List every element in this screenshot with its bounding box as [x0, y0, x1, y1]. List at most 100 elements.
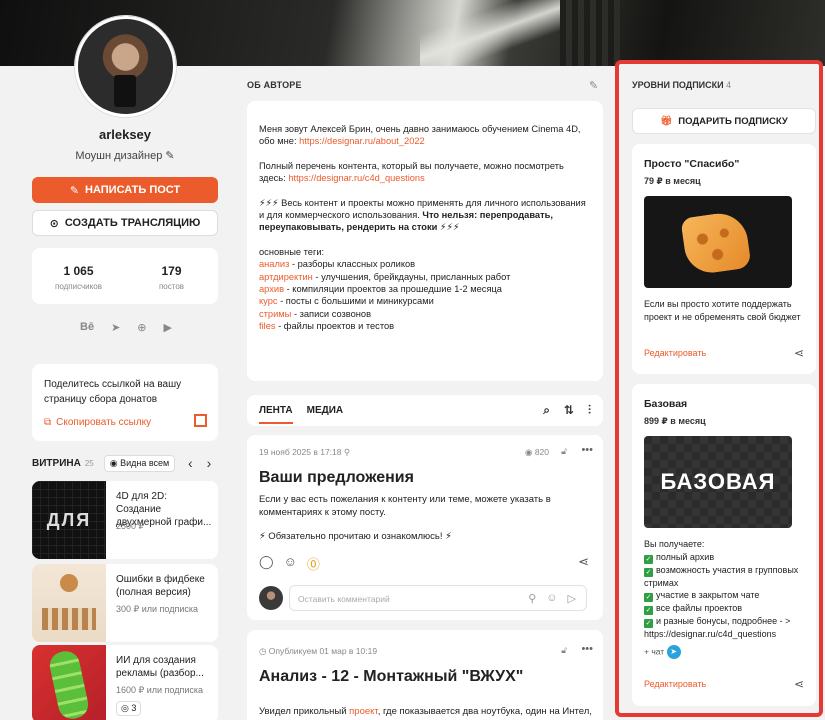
edit-about-icon[interactable]: ✎: [589, 79, 598, 92]
edit-tier-button[interactable]: Редактировать: [644, 348, 706, 358]
edit-tier-button[interactable]: Редактировать: [644, 679, 706, 689]
tier-name: Просто "Спасибо": [644, 158, 740, 170]
post-date: ◷ Опубликуем 01 мар в 10:19: [259, 646, 378, 656]
about-link[interactable]: https://designar.ru/about_2022: [299, 136, 425, 146]
post-text: Увидел прикольный проект, где показывает…: [259, 706, 592, 717]
copy-link-button[interactable]: ⧉ Скопировать ссылку: [44, 415, 206, 430]
write-post-button[interactable]: ✎ НАПИСАТЬ ПОСТ: [32, 177, 218, 203]
benefit: ✓ участие в закрытом чате: [644, 590, 760, 602]
comment-bar: Оставить комментарий ⚲ ☺ ▷: [259, 585, 589, 611]
play-circle-icon: ⊙: [49, 217, 59, 230]
tag-line: курс - посты с большими и миникурсами: [259, 296, 434, 307]
attach-icon[interactable]: ⚲: [528, 592, 536, 605]
post-text: Если у вас есть пожелания к контенту или…: [259, 494, 551, 518]
chat-label: + чат ➤: [644, 645, 681, 659]
pin-icon[interactable]: ⚲: [344, 447, 350, 457]
item-badge: ◎ 3: [116, 701, 142, 716]
item-thumbnail: [32, 564, 106, 642]
add-reaction-icon[interactable]: ☺: [284, 554, 297, 573]
stats-card: 1 065 подписчиков 179 постов: [32, 248, 218, 304]
showcase-item[interactable]: ДЛЯ 4D для 2D: Создание двухмерной графи…: [32, 481, 218, 559]
posts-stat[interactable]: 179 постов: [125, 248, 218, 304]
avatar: [259, 586, 283, 610]
tag-link[interactable]: анализ: [259, 259, 289, 269]
search-icon[interactable]: ⌕: [543, 403, 550, 418]
tier-price: 899 ₽ в месяц: [644, 416, 706, 426]
gift-subscription-button[interactable]: 🎁︎ ПОДАРИТЬ ПОДПИСКУ: [632, 108, 816, 134]
showcase-count: 25: [84, 459, 94, 468]
avatar[interactable]: [75, 16, 176, 117]
tag-link[interactable]: files: [259, 321, 276, 331]
project-link[interactable]: проект: [349, 706, 378, 717]
tab-media[interactable]: МЕДИА: [307, 405, 344, 416]
post-views: ◉ 820: [525, 447, 549, 457]
sort-icon[interactable]: ⇅: [564, 403, 574, 418]
role-label: Моушн дизайнер ✎: [75, 150, 175, 162]
tier-description: Вы получаете: ✓ полный архив ✓ возможность…: [644, 538, 806, 641]
post-card: 19 нояб 2025 в 17:18 ⚲ ◉ 820 🔓︎ ••• Ваши…: [247, 435, 603, 620]
tier-name: Базовая: [644, 398, 688, 410]
showcase-item[interactable]: ИИ для создания рекламы (разбор... 1600 …: [32, 645, 218, 720]
eye-icon: ◉: [109, 458, 118, 468]
tag-link[interactable]: стримы: [259, 309, 291, 319]
share-icon[interactable]: ⋖: [794, 346, 804, 360]
tag-line: files - файлы проектов и тестов: [259, 321, 395, 332]
start-stream-button[interactable]: ⊙ СОЗДАТЬ ТРАНСЛЯЦИЮ: [32, 210, 218, 236]
share-icon[interactable]: ⋖: [578, 554, 589, 570]
donate-icon[interactable]: ⓪: [307, 554, 320, 573]
telegram-icon: ➤: [666, 645, 681, 659]
item-title: Ошибки в фидбеке (полная версия): [116, 574, 205, 598]
questions-link[interactable]: https://designar.ru/c4d_questions: [288, 173, 424, 183]
qr-code-icon[interactable]: [194, 414, 207, 427]
tag-link[interactable]: артдиректин: [259, 272, 313, 282]
tier-card: Базовая 899 ₽ в месяц БАЗОВАЯ Вы получае…: [632, 384, 816, 706]
comment-icon[interactable]: ◯: [259, 554, 274, 573]
share-icon[interactable]: ⋖: [794, 677, 804, 691]
emoji-icon[interactable]: ☺: [546, 592, 557, 605]
benefit: ✓ все файлы проектов: [644, 603, 743, 615]
copy-icon: ⧉: [44, 417, 52, 428]
more-options-icon[interactable]: •••: [581, 643, 593, 655]
post-title[interactable]: Анализ - 12 - Монтажный "ВЖУХ": [259, 668, 523, 686]
send-icon[interactable]: ▷: [568, 592, 576, 605]
item-price: 300 ₽ или подписка: [116, 604, 199, 614]
donate-card: Поделитесь ссылкой на вашу страницу сбор…: [32, 364, 218, 441]
post-text-2: ⚡ Обязательно прочитаю и ознакомлюсь! ⚡: [259, 531, 452, 542]
edit-role-icon[interactable]: ✎: [165, 150, 174, 162]
feed-tabs: ЛЕНТА МЕДИА ⌕ ⇅ ⫶: [247, 395, 603, 426]
chevron-right-icon[interactable]: ›: [207, 455, 212, 471]
showcase-item[interactable]: Ошибки в фидбеке (полная версия) 300 ₽ и…: [32, 564, 218, 642]
donate-text: Поделитесь ссылкой на вашу страницу сбор…: [44, 379, 182, 405]
globe-icon[interactable]: ⊕: [137, 321, 146, 334]
behance-icon[interactable]: Bē: [80, 321, 94, 334]
post-title[interactable]: Ваши предложения: [259, 469, 414, 487]
chevron-left-icon[interactable]: ‹: [188, 455, 193, 471]
tags-title: основные теги:: [259, 246, 325, 257]
post-date: 19 нояб 2025 в 17:18 ⚲: [259, 447, 351, 457]
tier-image: [644, 196, 792, 288]
youtube-icon[interactable]: ▶: [164, 321, 172, 334]
about-card: Меня зовут Алексей Брин, очень давно зан…: [247, 101, 603, 381]
tab-feed[interactable]: ЛЕНТА: [259, 405, 293, 424]
tag-link[interactable]: курс: [259, 296, 278, 306]
clock-icon: ◷: [259, 646, 267, 656]
comment-input[interactable]: Оставить комментарий ⚲ ☺ ▷: [289, 585, 587, 611]
telegram-icon[interactable]: ➤: [111, 321, 120, 334]
subscribers-stat[interactable]: 1 065 подписчиков: [32, 248, 125, 304]
visibility-toggle[interactable]: ◉ Видна всем: [103, 455, 176, 472]
filter-icon[interactable]: ⫶: [588, 403, 591, 418]
tag-link[interactable]: архив: [259, 284, 284, 294]
tier-price: 79 ₽ в месяц: [644, 176, 701, 186]
tier-card: Просто "Спасибо" 79 ₽ в месяц Если вы пр…: [632, 144, 816, 374]
item-price: 1600 ₽ или подписка: [116, 685, 204, 695]
gift-icon: 🎁︎: [660, 115, 673, 127]
more-options-icon[interactable]: •••: [581, 444, 593, 456]
post-card: ◷ Опубликуем 01 мар в 10:19 🔓︎ ••• Анали…: [247, 630, 603, 720]
tag-line: архив - компиляции проектов за прошедшие…: [259, 284, 502, 295]
lock-icon: 🔓︎: [561, 645, 567, 655]
benefit: ✓ полный архив: [644, 551, 715, 564]
tiers-title: УРОВНИ ПОДПИСКИ 4: [632, 80, 732, 90]
tag-line: анализ - разборы классных роликов: [259, 259, 416, 270]
tier-description: Если вы просто хотите поддержать проект …: [644, 299, 801, 322]
tag-line: стримы - записи созвонов: [259, 308, 372, 319]
